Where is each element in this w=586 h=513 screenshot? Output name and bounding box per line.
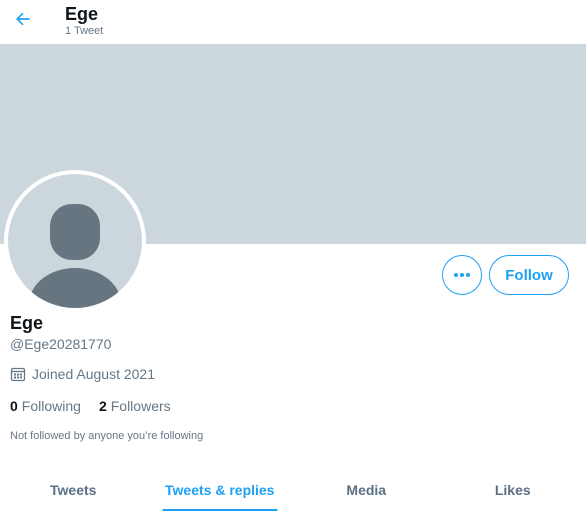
tab-tweets[interactable]: Tweets bbox=[0, 470, 147, 513]
tab-label: Media bbox=[346, 482, 387, 498]
calendar-icon bbox=[10, 367, 26, 382]
default-avatar-icon bbox=[29, 204, 121, 308]
profile-display-name: Ege bbox=[10, 313, 44, 333]
tab-media[interactable]: Media bbox=[293, 470, 440, 513]
back-arrow-icon bbox=[16, 12, 30, 26]
tab-label: Tweets bbox=[50, 482, 97, 498]
avatar[interactable] bbox=[4, 170, 146, 312]
active-tab-indicator bbox=[162, 509, 278, 511]
follow-stats: 0 Following 2 Followers bbox=[10, 398, 171, 414]
more-horizontal-icon bbox=[454, 273, 470, 277]
top-header: Ege 1 Tweet bbox=[0, 0, 586, 44]
followed-by-note: Not followed by anyone you’re following bbox=[10, 430, 204, 442]
followers-label: Followers bbox=[110, 398, 171, 414]
tweet-count: 1 Tweet bbox=[65, 25, 104, 37]
tab-likes[interactable]: Likes bbox=[440, 470, 586, 513]
following-count: 0 bbox=[10, 398, 18, 414]
back-button[interactable] bbox=[10, 6, 36, 32]
header-title: Ege bbox=[65, 4, 99, 24]
following-link[interactable]: 0 Following bbox=[10, 398, 81, 414]
followers-count: 2 bbox=[98, 398, 107, 414]
joined-text: Joined August 2021 bbox=[32, 366, 155, 382]
follow-button[interactable]: Follow bbox=[489, 255, 569, 295]
tab-tweets-and-replies[interactable]: Tweets & replies bbox=[147, 470, 294, 513]
default-avatar-image bbox=[8, 174, 142, 308]
joined-date: Joined August 2021 bbox=[10, 366, 155, 382]
more-options-button[interactable] bbox=[442, 255, 482, 295]
profile-tabs: Tweets Tweets & replies Media Likes bbox=[0, 470, 586, 513]
tab-label: Likes bbox=[494, 482, 531, 498]
profile-handle: @Ege20281770 bbox=[10, 336, 112, 352]
following-label: Following bbox=[21, 398, 81, 414]
followers-link[interactable]: 2 Followers bbox=[99, 398, 171, 414]
profile-page: Ege 1 Tweet Follow Ege @Ege20281770 Join… bbox=[0, 0, 586, 513]
